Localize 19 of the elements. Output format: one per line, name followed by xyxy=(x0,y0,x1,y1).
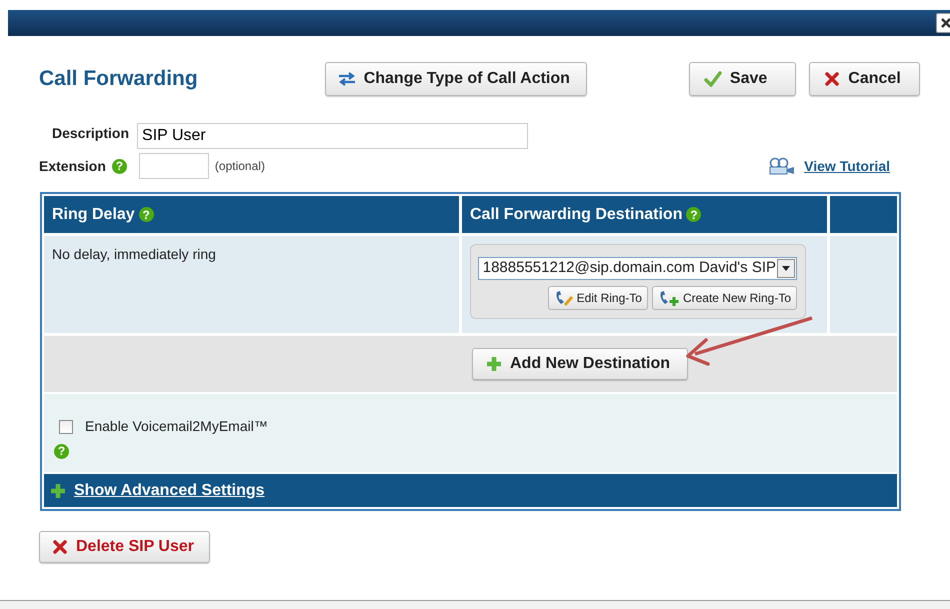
edit-ring-to-button[interactable]: Edit Ring-To xyxy=(548,286,648,310)
swap-button[interactable]: Change Type of Call Action xyxy=(324,62,587,96)
description-field[interactable]: SIP User xyxy=(137,123,528,149)
cancel-button[interactable]: Cancel xyxy=(809,62,920,96)
checkbox-label: Enable Voicemail2MyEmail™ xyxy=(85,417,268,436)
add-destination-button[interactable]: Add New Destination xyxy=(472,348,688,380)
dialog-title: Call Forwarding xyxy=(39,66,198,92)
delete-button[interactable]: Delete SIP User xyxy=(39,531,210,563)
table-cell: No delay, immediately ring xyxy=(44,236,459,333)
create-ring-to-button[interactable]: Create New Ring-To xyxy=(652,286,797,310)
field-hint: (optional) xyxy=(214,158,265,175)
destination-select[interactable]: 18885551212@sip.domain.com David's SIP xyxy=(478,257,797,280)
save-button[interactable]: Save xyxy=(688,62,796,96)
advanced-settings-link[interactable]: Show Advanced Settings xyxy=(74,478,265,502)
field-label: Extension xyxy=(39,156,106,176)
tutorial-link[interactable]: View Tutorial xyxy=(804,156,890,176)
column-header: Call Forwarding Destination ? xyxy=(462,196,827,233)
field-label: Description xyxy=(52,124,130,143)
column-header: Ring Delay ? xyxy=(44,196,459,233)
